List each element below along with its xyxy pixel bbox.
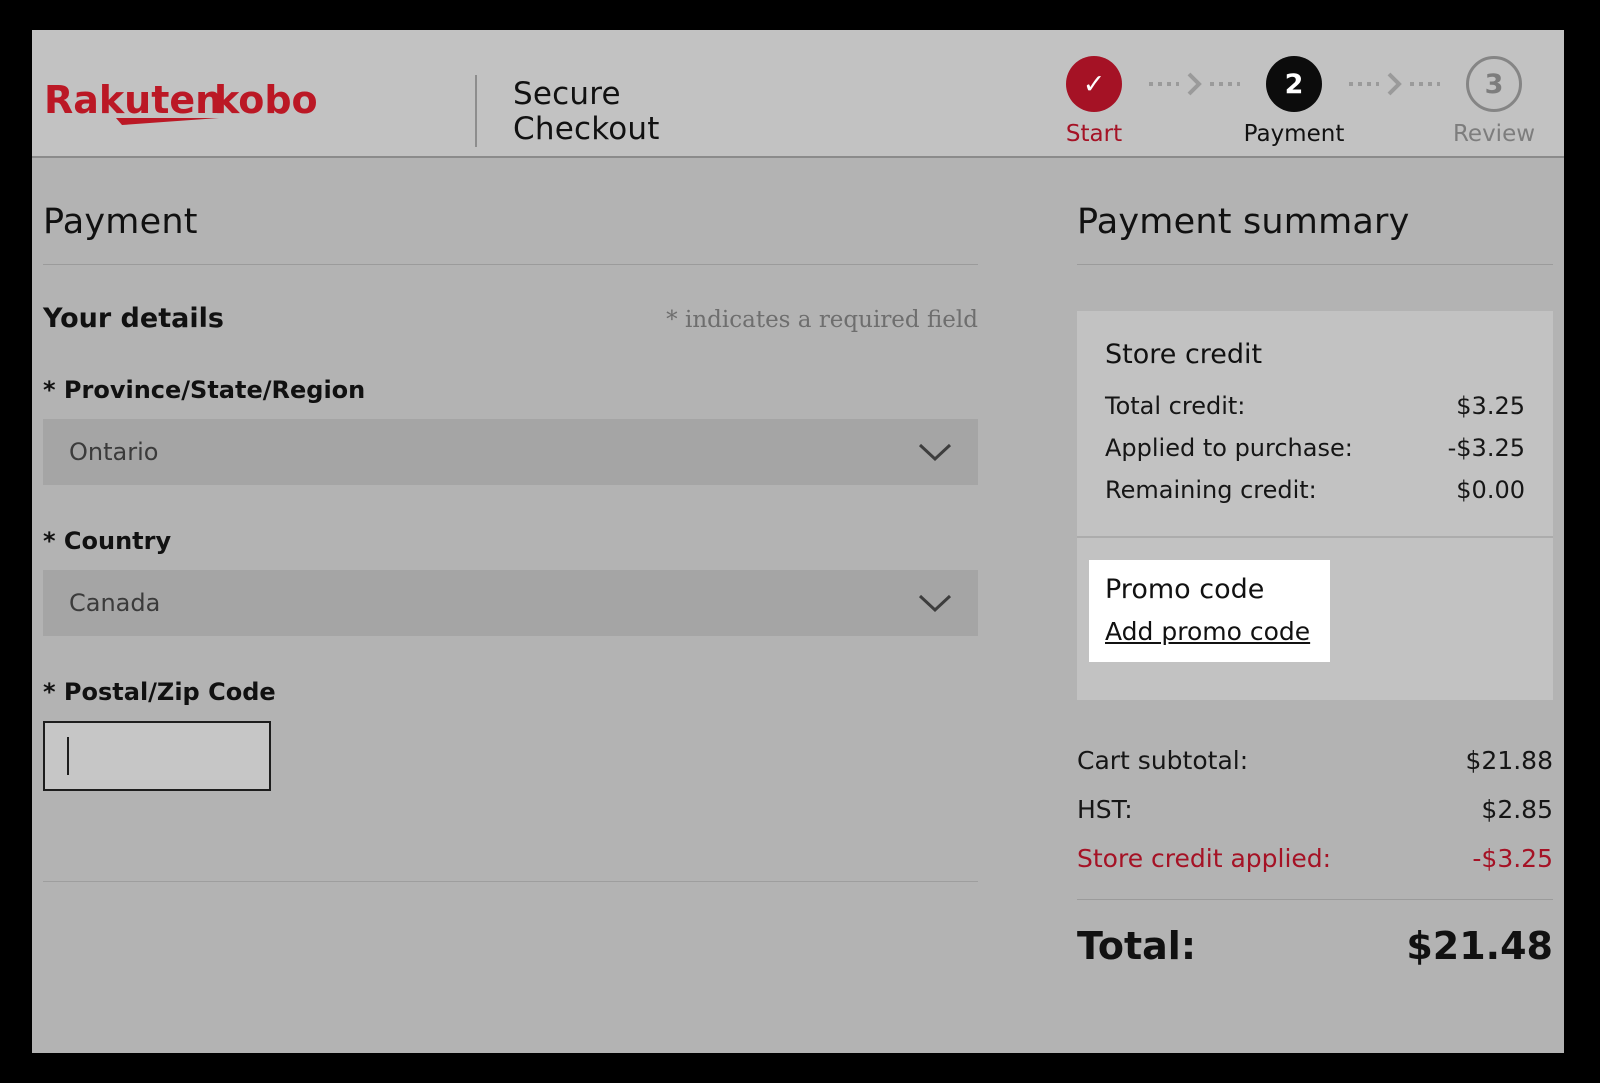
store-credit-row-label: Total credit: (1105, 392, 1245, 420)
step-connector-2 (1346, 56, 1442, 112)
totals-section: Cart subtotal: $21.88 HST: $2.85 Store c… (1077, 746, 1553, 1012)
step-review-badge: 3 (1466, 56, 1522, 112)
total-row-value: $21.88 (1466, 746, 1553, 775)
step-review[interactable]: 3 Review (1442, 56, 1546, 147)
postal-code-field: * Postal/Zip Code (43, 678, 978, 791)
checkout-page: Rakuten kobo Secure Checkout ✓ Start (32, 30, 1564, 1053)
province-select[interactable]: Ontario (43, 419, 978, 485)
store-credit-title: Store credit (1105, 339, 1525, 370)
promo-code-title: Promo code (1105, 574, 1310, 605)
promo-code-highlight: Promo code Add promo code (1089, 560, 1330, 662)
page-header: Rakuten kobo Secure Checkout ✓ Start (32, 30, 1564, 158)
grand-total-label: Total: (1077, 924, 1196, 968)
total-row-store-credit-applied: Store credit applied: -$3.25 (1077, 844, 1553, 873)
step-payment-label: Payment (1244, 121, 1345, 147)
grand-total-row: Total: $21.48 (1077, 924, 1553, 968)
chevron-right-icon (1186, 71, 1203, 97)
secure-checkout-title: Secure Checkout (513, 77, 660, 147)
step-connector-1 (1146, 56, 1242, 112)
title-divider (43, 264, 978, 265)
payment-form-column: Payment Your details * indicates a requi… (43, 158, 978, 882)
chevron-down-icon (918, 593, 952, 613)
total-row-value: $2.85 (1481, 795, 1553, 824)
step-payment[interactable]: 2 Payment (1242, 56, 1346, 147)
summary-title: Payment summary (1077, 158, 1553, 242)
page-body: Payment Your details * indicates a requi… (32, 158, 1564, 1051)
secure-checkout-line1: Secure (513, 77, 660, 112)
total-row-label: HST: (1077, 795, 1133, 824)
grand-total-divider (1077, 899, 1553, 900)
step-payment-number: 2 (1285, 69, 1304, 100)
rakuten-kobo-logo[interactable]: Rakuten kobo (44, 78, 344, 126)
store-credit-row: Applied to purchase: -$3.25 (1105, 434, 1525, 462)
store-credit-row-value: -$3.25 (1448, 434, 1525, 462)
store-credit-row-value: $0.00 (1456, 476, 1525, 504)
province-value: Ontario (69, 438, 158, 466)
check-icon: ✓ (1083, 69, 1106, 100)
province-field: * Province/State/Region Ontario (43, 376, 978, 485)
country-select[interactable]: Canada (43, 570, 978, 636)
form-bottom-divider (43, 881, 978, 882)
step-review-label: Review (1453, 121, 1535, 147)
svg-text:kobo: kobo (214, 78, 318, 122)
total-row-value: -$3.25 (1472, 844, 1553, 873)
dotted-line-left (1349, 82, 1379, 86)
step-start-badge: ✓ (1066, 56, 1122, 112)
postal-code-input[interactable] (43, 721, 271, 791)
page-title: Payment (43, 158, 978, 242)
grand-total-value: $21.48 (1406, 924, 1553, 968)
dotted-line-right (1210, 82, 1240, 86)
total-row-tax: HST: $2.85 (1077, 795, 1553, 824)
your-details-label: Your details (43, 303, 224, 334)
details-header-row: Your details * indicates a required fiel… (43, 303, 978, 334)
checkout-stepper: ✓ Start 2 Payment (1042, 56, 1546, 147)
required-field-note: * indicates a required field (666, 307, 978, 333)
step-start[interactable]: ✓ Start (1042, 56, 1146, 147)
dotted-line-right (1410, 82, 1440, 86)
promo-code-section: Promo code Add promo code (1077, 536, 1553, 700)
store-credit-row-label: Remaining credit: (1105, 476, 1317, 504)
chevron-down-icon (918, 442, 952, 462)
add-promo-code-link[interactable]: Add promo code (1105, 617, 1310, 646)
country-label: * Country (43, 527, 978, 555)
dotted-line-left (1149, 82, 1179, 86)
chevron-right-icon (1386, 71, 1403, 97)
svg-text:Rakuten: Rakuten (44, 78, 222, 122)
store-credit-row: Total credit: $3.25 (1105, 392, 1525, 420)
text-caret (67, 737, 69, 775)
country-field: * Country Canada (43, 527, 978, 636)
step-review-number: 3 (1485, 69, 1504, 100)
country-value: Canada (69, 589, 160, 617)
payment-summary-column: Payment summary Store credit Total credi… (1077, 158, 1553, 1012)
total-row-label: Store credit applied: (1077, 844, 1331, 873)
store-credit-card: Store credit Total credit: $3.25 Applied… (1077, 311, 1553, 536)
store-credit-row-value: $3.25 (1456, 392, 1525, 420)
total-row-subtotal: Cart subtotal: $21.88 (1077, 746, 1553, 775)
step-payment-badge: 2 (1266, 56, 1322, 112)
store-credit-row: Remaining credit: $0.00 (1105, 476, 1525, 504)
header-divider (475, 75, 477, 147)
secure-checkout-line2: Checkout (513, 112, 660, 147)
total-row-label: Cart subtotal: (1077, 746, 1248, 775)
clipped-footer-text (1077, 998, 1553, 1012)
summary-divider (1077, 264, 1553, 265)
postal-code-label: * Postal/Zip Code (43, 678, 978, 706)
store-credit-row-label: Applied to purchase: (1105, 434, 1353, 462)
province-label: * Province/State/Region (43, 376, 978, 404)
step-start-label: Start (1066, 121, 1122, 147)
